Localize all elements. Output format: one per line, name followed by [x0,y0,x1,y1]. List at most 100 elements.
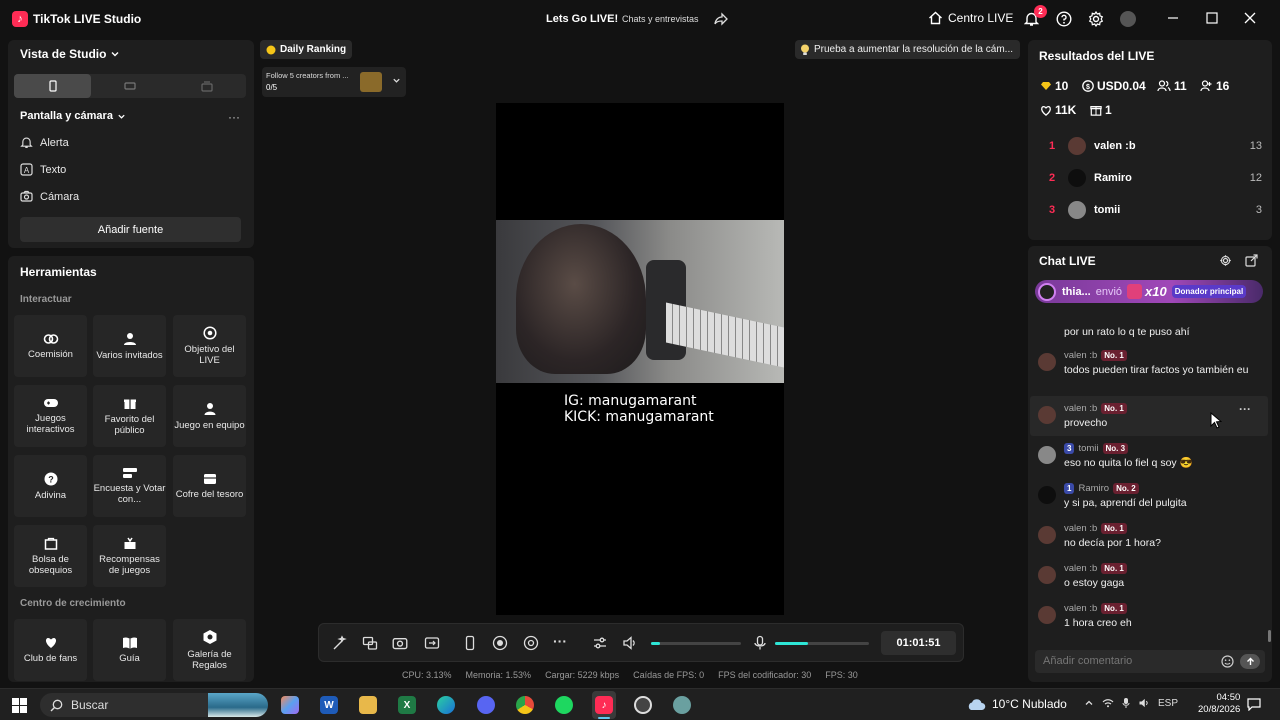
stream-title[interactable]: Lets Go LIVE! [546,13,618,25]
message-username[interactable]: valen :b [1064,563,1097,574]
stream-category[interactable]: Chats y entrevistas [622,14,699,24]
live-center-button[interactable]: Centro LIVE [928,11,1013,25]
add-source-button[interactable]: Añadir fuente [20,217,241,242]
effects-icon[interactable] [523,635,539,651]
tool-game-rewards[interactable]: Recompensas de juegos [93,525,166,587]
top-gift-banner[interactable]: thia... envió x10 Donador principal [1035,280,1263,303]
spotify-icon[interactable] [555,696,573,714]
message-username[interactable]: valen :b [1064,350,1097,361]
resolution-tip[interactable]: Prueba a aumentar la resolución de la cá… [795,40,1020,59]
source-camera[interactable]: Cámara [20,190,79,203]
edge-icon[interactable] [437,696,455,714]
discord-icon[interactable] [477,696,495,714]
speaker-icon[interactable] [1138,697,1150,709]
source-text[interactable]: A Texto [20,163,66,176]
tool-multi-guest[interactable]: Varios invitados [93,315,166,377]
tool-live-goal[interactable]: Objetivo del LIVE [173,315,246,377]
tool-guess[interactable]: ? Adivina [14,455,87,517]
word-icon[interactable]: W [320,696,338,714]
tiktok-live-studio-icon[interactable]: ♪ [595,696,613,714]
camera-icon[interactable] [392,635,408,651]
tool-poll[interactable]: Encuesta y Votar con... [93,455,166,517]
help-icon[interactable] [1056,11,1072,27]
language-indicator[interactable]: ESP [1158,698,1178,709]
screen-share-icon[interactable] [424,635,440,651]
app-icon[interactable] [673,696,691,714]
emoji-icon[interactable] [1221,655,1234,668]
microphone-icon[interactable] [752,635,768,651]
wifi-icon[interactable] [1102,698,1114,708]
excel-icon[interactable]: X [398,696,416,714]
orientation-switch [14,74,246,98]
studio-view-dropdown[interactable]: Vista de Studio [20,47,120,61]
overlay-kick-text[interactable]: KICK: manugamarant [564,409,714,425]
follow-task-card[interactable]: Follow 5 creators from ... 0/5 [262,67,406,97]
live-preview[interactable]: IG: manugamarant KICK: manugamarant [496,103,784,615]
minimize-icon[interactable] [1166,11,1180,25]
tool-guide[interactable]: Guía [93,619,166,681]
phone-icon[interactable] [462,635,478,651]
message-username[interactable]: Ramiro [1078,483,1109,494]
maximize-icon[interactable] [1205,11,1219,25]
file-explorer-icon[interactable] [359,696,377,714]
chat-settings-icon[interactable] [1219,254,1232,267]
message-username[interactable]: tomii [1078,443,1098,454]
tool-cohost[interactable]: Coemisión [14,315,87,377]
tool-team-game[interactable]: Juego en equipo [173,385,246,447]
chevron-up-icon[interactable] [1084,698,1094,708]
settings-gear-icon[interactable] [1088,11,1104,27]
poll-icon [122,467,138,479]
landscape-mode-button[interactable] [91,74,168,98]
tool-gift-bag[interactable]: Bolsa de obsequios [14,525,87,587]
speaker-icon[interactable] [622,635,638,651]
message-more-icon[interactable]: ··· [1239,402,1251,416]
message-username[interactable]: valen :b [1064,403,1097,414]
profile-avatar[interactable] [1120,11,1136,27]
overlay-ig-text[interactable]: IG: manugamarant [564,393,697,409]
tool-audience-favorite[interactable]: Favorito del público [93,385,166,447]
tool-label: Juegos interactivos [26,413,75,435]
search-icon [50,699,63,712]
daily-ranking-button[interactable]: Daily Ranking [260,40,353,59]
record-icon[interactable] [492,635,508,651]
ranking-row[interactable]: 2 Ramiro 12 [1040,162,1262,194]
tool-gift-gallery[interactable]: Galería de Regalos [173,619,246,681]
source-alert[interactable]: Alerta [20,136,69,149]
system-clock[interactable]: 04:50 20/8/2026 [1198,692,1240,716]
tool-interactive-games[interactable]: Juegos interactivos [14,385,87,447]
share-icon[interactable] [714,12,728,26]
chat-scrollbar[interactable] [1268,630,1271,642]
taskbar-search[interactable]: Buscar [40,693,268,717]
tool-label: Recompensas de juegos [99,554,160,576]
send-button[interactable] [1240,654,1260,669]
close-icon[interactable] [1243,11,1257,25]
weather-widget[interactable]: 10°C Nublado [966,697,1067,711]
popout-icon[interactable] [1245,254,1258,267]
gift-icon [123,396,137,410]
copilot-icon[interactable] [281,696,299,714]
tool-fan-club[interactable]: Club de fans [14,619,87,681]
ranking-row[interactable]: 1 valen :b 13 [1040,130,1262,162]
more-controls-icon[interactable]: ··· [553,633,567,649]
portrait-mode-button[interactable] [14,74,92,98]
ranking-row[interactable]: 3 tomii 3 [1040,194,1262,226]
volume-slider[interactable] [651,642,741,645]
encoder-fps-stat: FPS del codificador: 30 [718,670,812,680]
obs-icon[interactable] [634,696,652,714]
magic-wand-icon[interactable] [332,635,348,651]
layout-icon[interactable] [362,635,378,651]
message-username[interactable]: valen :b [1064,523,1097,534]
camera-feed[interactable] [496,220,784,383]
notification-center-icon[interactable] [1247,698,1261,711]
screen-camera-dropdown[interactable]: Pantalla y cámara [20,110,126,122]
chrome-icon[interactable] [516,696,534,714]
windows-start-icon[interactable] [12,698,27,713]
microphone-icon[interactable] [1122,697,1130,709]
more-options-icon[interactable]: ··· [228,110,240,124]
chevron-down-icon[interactable] [392,76,401,85]
dual-mode-button[interactable] [169,74,246,98]
mic-level-slider[interactable] [775,642,869,645]
message-username[interactable]: valen :b [1064,603,1097,614]
audio-mixer-icon[interactable] [592,635,608,651]
tool-treasure-chest[interactable]: Cofre del tesoro [173,455,246,517]
